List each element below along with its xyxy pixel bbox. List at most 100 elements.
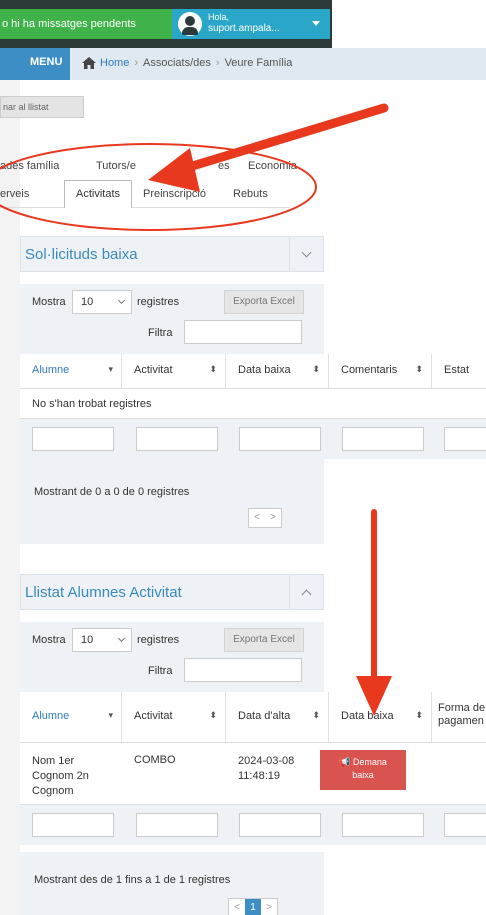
filter-data-alta-input[interactable] bbox=[239, 813, 321, 837]
breadcrumb-current: Veure Família bbox=[224, 57, 293, 69]
filter-activitat-input[interactable] bbox=[136, 427, 218, 451]
pagination: < 1 > bbox=[228, 898, 278, 915]
next-page-button[interactable]: > bbox=[265, 509, 281, 527]
filter-activitat-input[interactable] bbox=[136, 813, 218, 837]
export-excel-button[interactable]: Exporta Excel bbox=[224, 628, 304, 652]
col-activitat[interactable]: Activitat ⬍ bbox=[122, 354, 226, 388]
panel1-footer: Mostrant de 0 a 0 de 0 registres < > bbox=[20, 456, 324, 544]
sort-icon: ⬍ bbox=[415, 364, 423, 374]
user-name: suport.ampala... bbox=[208, 23, 280, 34]
filter-data-baixa-input[interactable] bbox=[342, 813, 424, 837]
col-comentaris[interactable]: Comentaris ⬍ bbox=[329, 354, 432, 388]
filter-label: Filtra bbox=[148, 327, 173, 339]
records-summary: Mostrant des de 1 fins a 1 de 1 registre… bbox=[34, 874, 231, 886]
sort-desc-icon: ▾ bbox=[108, 710, 113, 720]
avatar bbox=[178, 12, 202, 36]
tab-activitats[interactable]: Activitats bbox=[64, 180, 132, 208]
empty-table-message: No s'han trobat registres bbox=[32, 398, 152, 410]
col-forma-pagament[interactable]: Forma de pagamen bbox=[432, 692, 486, 742]
breadcrumb-separator: › bbox=[215, 57, 220, 69]
col-activitat[interactable]: Activitat ⬍ bbox=[122, 692, 226, 742]
col-data-baixa[interactable]: Data baixa ⬍ bbox=[329, 692, 432, 742]
col-data-alta[interactable]: Data d'alta ⬍ bbox=[226, 692, 329, 742]
tab-partial-es[interactable]: es bbox=[218, 160, 230, 172]
filter-forma-pagament-input[interactable] bbox=[444, 813, 486, 837]
tab-dades-familia[interactable]: ades família bbox=[0, 160, 59, 172]
caret-down-icon bbox=[312, 21, 320, 26]
show-label: Mostra bbox=[32, 296, 66, 308]
cell-data-alta: 2024-03-08 11:48:19 bbox=[238, 755, 295, 782]
column-filter-row bbox=[20, 419, 486, 459]
panel-title: Llistat Alumnes Activitat bbox=[25, 584, 182, 601]
sort-icon: ⬍ bbox=[209, 710, 217, 720]
highlight-ellipse bbox=[0, 143, 317, 231]
tabs-divider bbox=[0, 207, 290, 208]
breadcrumb-home-link[interactable]: Home bbox=[100, 57, 129, 69]
sort-icon: ⬍ bbox=[209, 364, 217, 374]
chevron-up-icon bbox=[301, 589, 312, 600]
breadcrumb-associats-link[interactable]: Associats/des bbox=[143, 57, 211, 69]
panel1-table: Alumne ▾ Activitat ⬍ Data baixa ⬍ Comentari… bbox=[20, 354, 486, 459]
top-bar: o hi ha missatges pendents Hola, suport.… bbox=[0, 0, 332, 48]
home-icon bbox=[82, 57, 96, 69]
filter-input[interactable] bbox=[184, 320, 302, 344]
tab-economia[interactable]: Economia bbox=[248, 160, 297, 172]
sort-desc-icon: ▾ bbox=[108, 364, 113, 374]
filter-input[interactable] bbox=[184, 658, 302, 682]
filter-data-baixa-input[interactable] bbox=[239, 427, 321, 451]
tab-tutors[interactable]: Tutors/e bbox=[96, 160, 136, 172]
panel-collapse-toggle[interactable] bbox=[289, 237, 323, 271]
row-divider bbox=[20, 388, 486, 389]
sort-icon: ⬍ bbox=[312, 364, 320, 374]
sort-icon: ⬍ bbox=[312, 710, 320, 720]
records-label: registres bbox=[137, 634, 180, 646]
panel-title: Sol·licituds baixa bbox=[25, 246, 138, 263]
panel2-footer: Mostrant des de 1 fins a 1 de 1 registre… bbox=[20, 852, 324, 915]
megaphone-icon: 📢 bbox=[339, 757, 351, 767]
col-alumne[interactable]: Alumne ▾ bbox=[20, 354, 122, 388]
tab-serveis[interactable]: erveis bbox=[0, 188, 29, 200]
filter-estat-input[interactable] bbox=[444, 427, 486, 451]
breadcrumb-separator: › bbox=[134, 57, 139, 69]
user-menu[interactable]: Hola, suport.ampala... bbox=[172, 9, 330, 39]
breadcrumb: Home › Associats/des › Veure Família bbox=[100, 57, 292, 69]
panel-llistat-alumnes-header: Llistat Alumnes Activitat bbox=[20, 574, 324, 610]
filter-alumne-input[interactable] bbox=[32, 427, 114, 451]
records-label: registres bbox=[137, 296, 180, 308]
records-summary: Mostrant de 0 a 0 de 0 registres bbox=[34, 486, 190, 498]
filter-label: Filtra bbox=[148, 665, 173, 677]
export-excel-button[interactable]: Exporta Excel bbox=[224, 290, 304, 314]
tab-preinscripcio[interactable]: Preinscripció bbox=[143, 188, 206, 200]
panel-collapse-toggle[interactable] bbox=[289, 575, 323, 609]
messages-notice[interactable]: o hi ha missatges pendents bbox=[0, 9, 172, 39]
next-page-button[interactable]: > bbox=[261, 899, 277, 915]
prev-page-button[interactable]: < bbox=[249, 509, 265, 527]
column-filter-row bbox=[20, 805, 486, 845]
annotation-arrow-icon bbox=[356, 509, 392, 716]
sort-icon: ⬍ bbox=[415, 710, 423, 720]
page-size-select[interactable]: 10 bbox=[72, 290, 132, 314]
filter-comentaris-input[interactable] bbox=[342, 427, 424, 451]
tab-rebuts[interactable]: Rebuts bbox=[233, 188, 268, 200]
page-1-button[interactable]: 1 bbox=[245, 899, 261, 915]
cell-alumne: Nom 1er Cognom 2n Cognom bbox=[32, 755, 89, 797]
panel1-controls: Mostra 10 registres Exporta Excel Filtra bbox=[20, 284, 324, 354]
page-size-select[interactable]: 10 bbox=[72, 628, 132, 652]
row-divider bbox=[20, 742, 486, 743]
show-label: Mostra bbox=[32, 634, 66, 646]
panel2-table: Alumne ▾ Activitat ⬍ Data d'alta ⬍ Data bai… bbox=[20, 692, 486, 848]
left-edge-strip bbox=[0, 0, 20, 915]
panel-sollicituds-baixa-header: Sol·licituds baixa bbox=[20, 236, 324, 272]
back-to-list-button[interactable]: nar al llistat bbox=[0, 96, 84, 118]
filter-alumne-input[interactable] bbox=[32, 813, 114, 837]
annotation-arrow-icon bbox=[148, 103, 389, 192]
menu-button[interactable]: MENU bbox=[0, 48, 70, 80]
cell-activitat: COMBO bbox=[134, 754, 176, 766]
prev-page-button[interactable]: < bbox=[229, 899, 245, 915]
col-alumne[interactable]: Alumne ▾ bbox=[20, 692, 122, 742]
col-data-baixa[interactable]: Data baixa ⬍ bbox=[226, 354, 329, 388]
panel2-controls: Mostra 10 registres Exporta Excel Filtra bbox=[20, 622, 324, 692]
request-unsubscribe-button[interactable]: 📢 Demana baixa bbox=[320, 750, 406, 790]
breadcrumb-bar: MENU Home › Associats/des › Veure Família bbox=[0, 48, 486, 80]
col-estat[interactable]: Estat bbox=[432, 354, 486, 388]
